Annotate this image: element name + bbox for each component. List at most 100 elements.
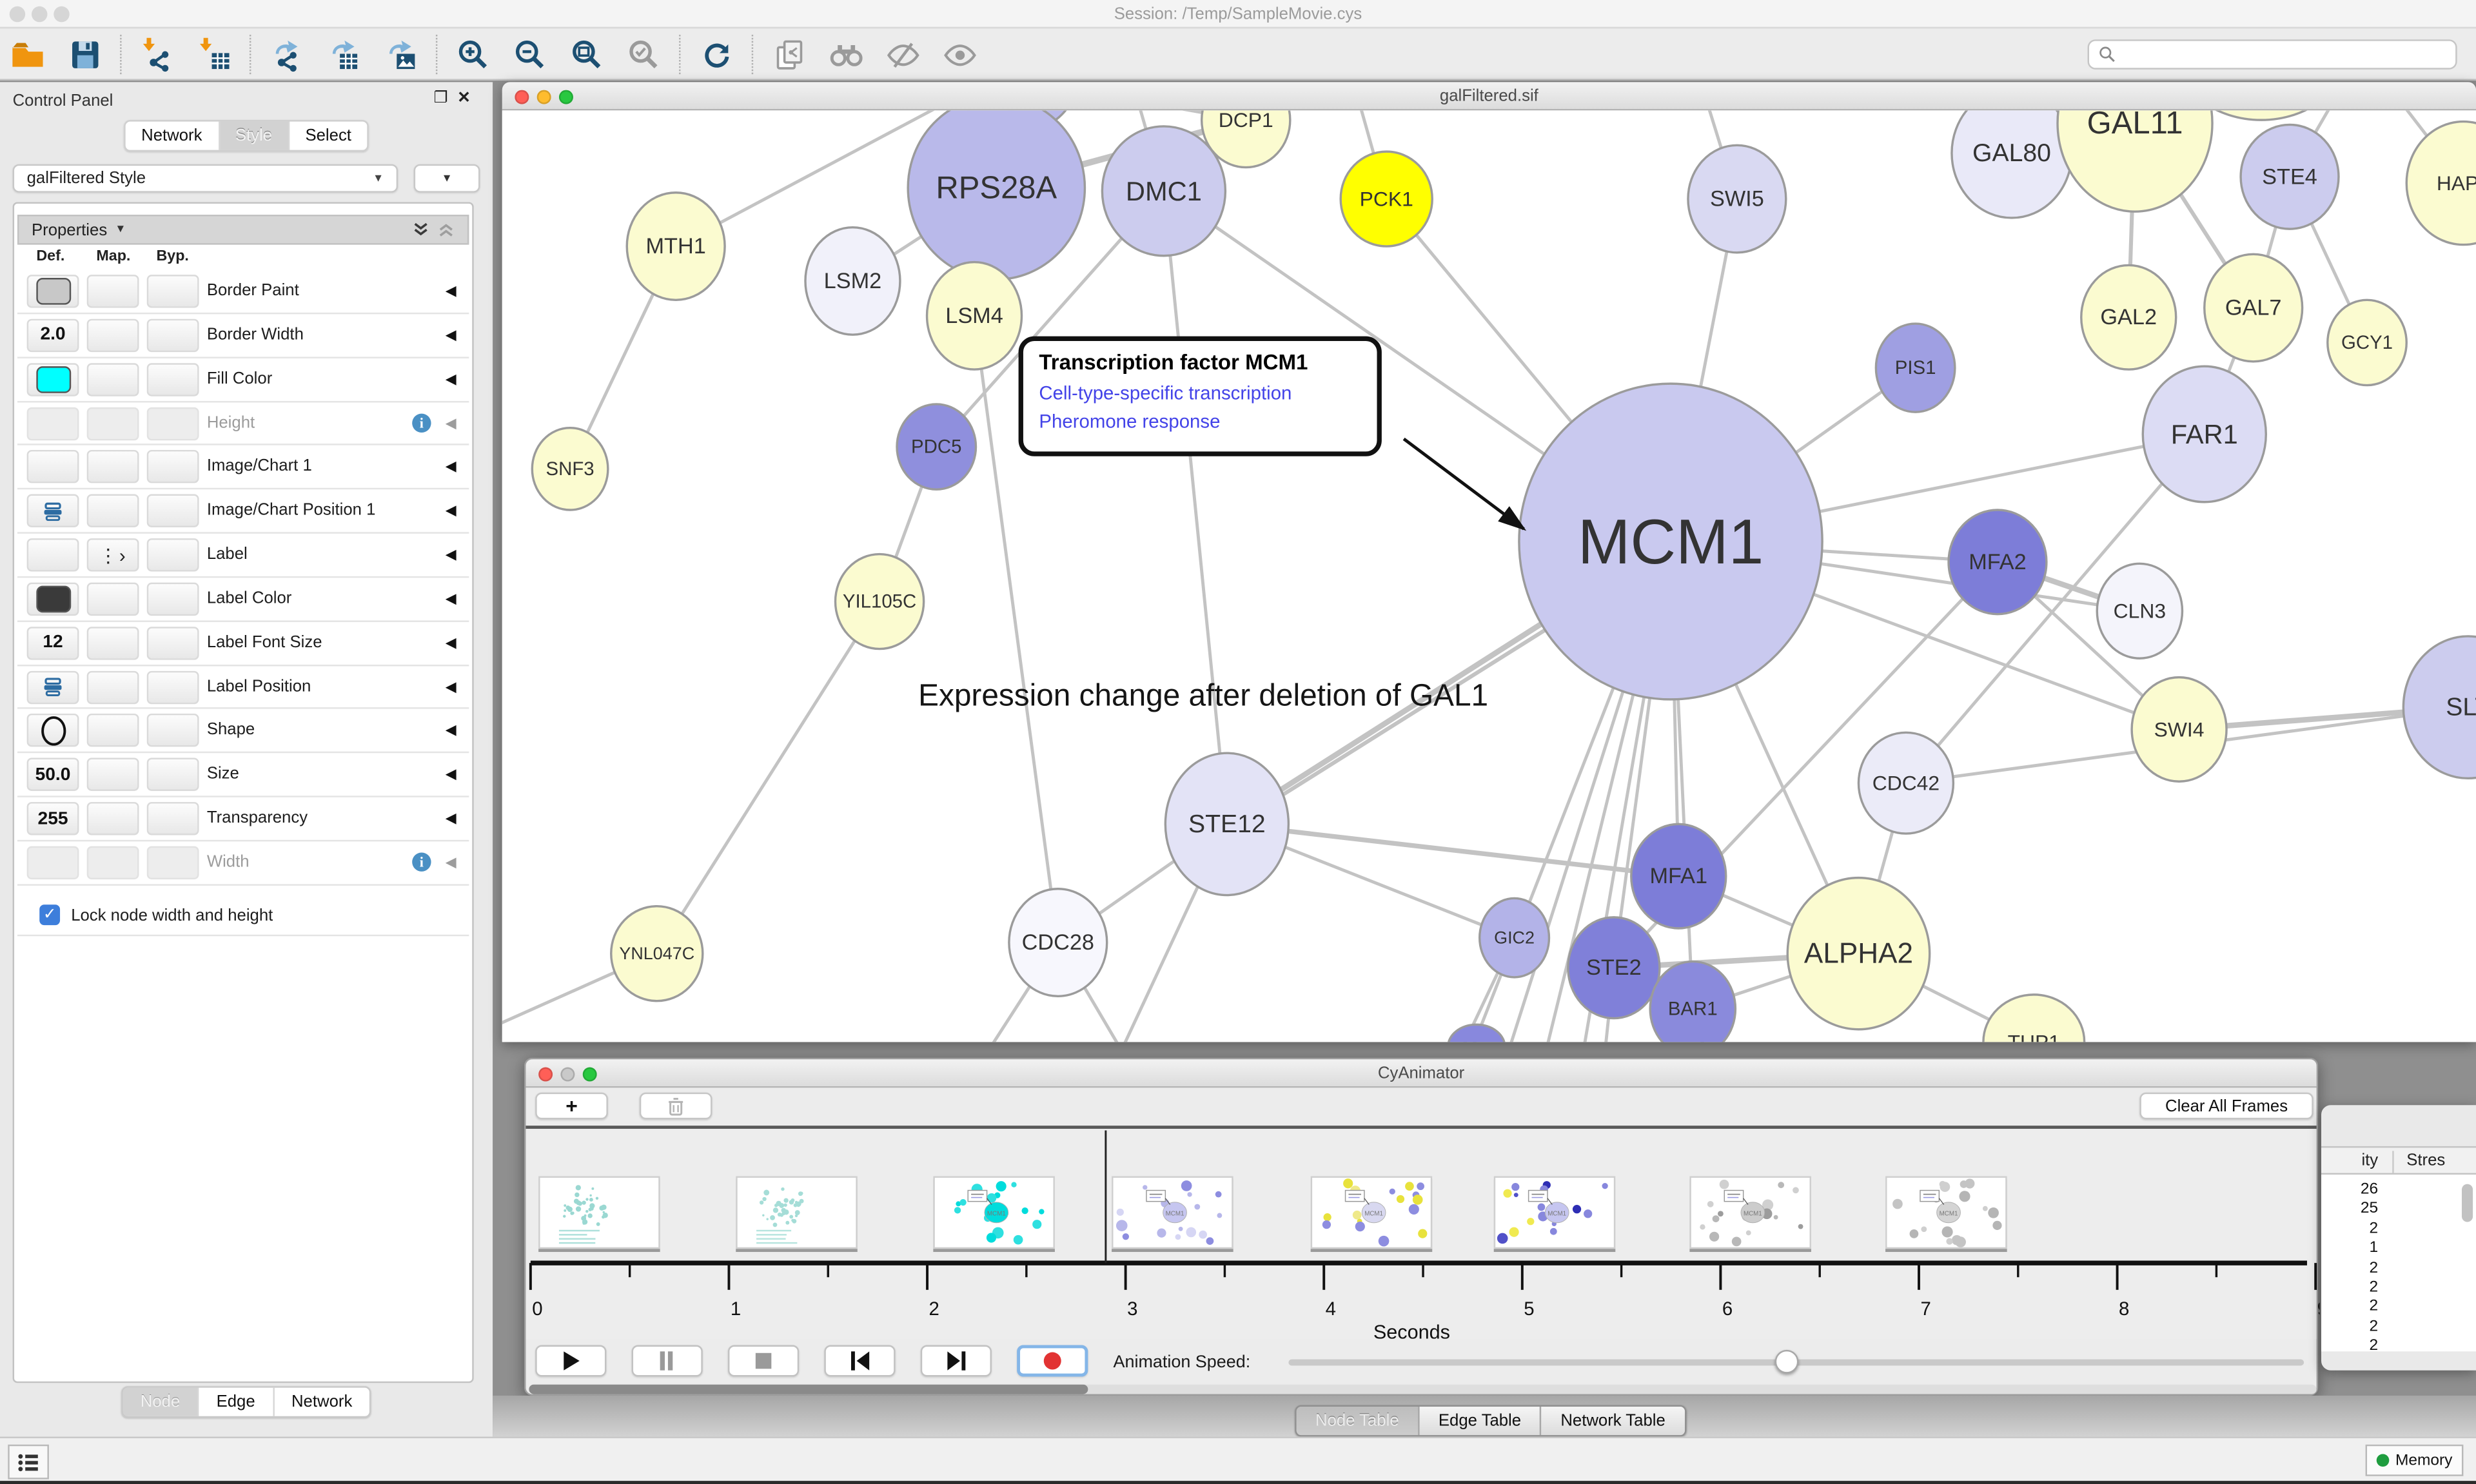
node-LSM2[interactable]: LSM2 (805, 228, 900, 335)
float-panel-icon[interactable]: ❐ (434, 90, 458, 108)
map-cell[interactable] (87, 714, 139, 747)
node-MCM1[interactable]: MCM1 (1519, 384, 1822, 699)
property-row-fill-color[interactable]: Fill Color◀ (17, 358, 469, 402)
open-folder-button[interactable] (3, 35, 54, 76)
import-network-button[interactable] (133, 35, 183, 76)
property-row-border-paint[interactable]: Border Paint◀ (17, 270, 469, 314)
expand-row-icon[interactable]: ◀ (446, 547, 457, 564)
expand-row-icon[interactable]: ◀ (446, 371, 457, 388)
node-YNL047C[interactable]: YNL047C (611, 906, 703, 1001)
def-cell[interactable] (27, 451, 79, 483)
map-cell[interactable] (87, 670, 139, 703)
map-cell[interactable] (87, 407, 139, 440)
def-cell[interactable] (27, 670, 79, 703)
search-input[interactable] (2116, 44, 2446, 65)
info-icon[interactable]: i (412, 413, 431, 431)
map-cell[interactable] (87, 318, 139, 351)
node-MFA2[interactable]: MFA2 (1949, 510, 2047, 614)
properties-header[interactable]: Properties ▼ (17, 215, 469, 245)
def-cell[interactable] (27, 363, 79, 396)
collapse-all-icon[interactable] (437, 221, 455, 239)
map-cell[interactable] (87, 494, 139, 527)
frame-thumbnail-3[interactable]: MCM1 (1112, 1176, 1233, 1249)
expand-row-icon[interactable]: ◀ (446, 678, 457, 696)
annotation-link[interactable]: Cell-type-specific transcription (1039, 379, 1361, 407)
byp-cell[interactable] (147, 758, 199, 791)
tab-select[interactable]: Select (290, 122, 367, 150)
node-PIS1[interactable]: PIS1 (1876, 324, 1954, 412)
expand-row-icon[interactable]: ◀ (446, 854, 457, 872)
style-options-button[interactable]: ▼ (414, 164, 480, 193)
property-row-border-width[interactable]: 2.0Border Width◀ (17, 314, 469, 358)
byp-cell[interactable] (147, 846, 199, 879)
frame-thumbnail-1[interactable] (736, 1176, 858, 1249)
tab-network[interactable]: Network (126, 122, 220, 150)
node-bot1[interactable] (1448, 1024, 1505, 1042)
frame-thumbnail-7[interactable]: MCM1 (1885, 1176, 2007, 1249)
network-edge[interactable] (1164, 191, 1227, 824)
property-row-size[interactable]: 50.0Size◀ (17, 754, 469, 797)
node-MTH1[interactable]: MTH1 (627, 193, 725, 300)
table-scrollbar-thumb[interactable] (2462, 1184, 2473, 1222)
map-cell[interactable] (87, 275, 139, 308)
network-edge[interactable] (657, 601, 879, 953)
delete-frame-button[interactable] (640, 1093, 712, 1120)
expand-row-icon[interactable]: ◀ (446, 722, 457, 739)
save-button[interactable] (60, 35, 110, 76)
expand-row-icon[interactable]: ◀ (446, 766, 457, 783)
node-LSM4[interactable]: LSM4 (927, 262, 1022, 370)
expand-row-icon[interactable]: ◀ (446, 591, 457, 608)
def-cell[interactable] (27, 494, 79, 527)
search-box[interactable] (2088, 39, 2457, 70)
byp-cell[interactable] (147, 538, 199, 571)
node-DMC1[interactable]: DMC1 (1102, 126, 1225, 256)
node-SWI4[interactable]: SWI4 (2132, 678, 2226, 782)
zoom-fit-button[interactable] (562, 35, 613, 76)
play-button[interactable] (535, 1345, 606, 1377)
frame-thumbnail-5[interactable]: MCM1 (1494, 1176, 1616, 1249)
byp-cell[interactable] (147, 670, 199, 703)
byp-cell[interactable] (147, 627, 199, 659)
tab-edge[interactable]: Edge (199, 1388, 274, 1416)
memory-button[interactable]: Memory (2366, 1445, 2464, 1476)
map-cell[interactable] (87, 627, 139, 659)
node-FAR1[interactable]: FAR1 (2143, 366, 2266, 502)
checkbox-checked-icon[interactable]: ✓ (39, 904, 60, 925)
node-RPS28A[interactable]: RPS28A (908, 110, 1085, 279)
animation-speed-slider[interactable] (1288, 1360, 2304, 1366)
annotation-link[interactable]: Pheromone response (1039, 407, 1361, 436)
tab-node-table[interactable]: Node Table (1297, 1407, 1420, 1435)
style-selector[interactable]: galFiltered Style ▼ (13, 164, 398, 193)
node-GAL80[interactable]: GAL80 (1952, 110, 2072, 218)
map-cell[interactable] (87, 363, 139, 396)
tab-network-table[interactable]: Network Table (1542, 1407, 1684, 1435)
map-cell[interactable] (87, 758, 139, 791)
tab-node[interactable]: Node (123, 1388, 199, 1416)
lock-size-row[interactable]: ✓ Lock node width and height (17, 895, 469, 937)
map-cell[interactable] (87, 846, 139, 879)
node-GAL7[interactable]: GAL7 (2205, 254, 2303, 362)
byp-cell[interactable] (147, 582, 199, 615)
byp-cell[interactable] (147, 714, 199, 747)
def-cell[interactable] (27, 538, 79, 571)
byp-cell[interactable] (147, 275, 199, 308)
expand-row-icon[interactable]: ◀ (446, 458, 457, 476)
import-table-button[interactable] (190, 35, 240, 76)
byp-cell[interactable] (147, 494, 199, 527)
expand-row-icon[interactable]: ◀ (446, 282, 457, 300)
column-header-ity[interactable]: ity (2321, 1151, 2378, 1169)
node-GAL11[interactable]: GAL11 (2058, 110, 2212, 211)
refresh-button[interactable] (692, 35, 742, 76)
def-cell[interactable]: 2.0 (27, 318, 79, 351)
timeline[interactable]: 0123456789SecondsMCM1MCM1MCM1MCM1MCM1MCM… (526, 1129, 2317, 1339)
export-table-button[interactable] (319, 35, 369, 76)
property-row-shape[interactable]: Shape◀ (17, 710, 469, 754)
node-SNF3[interactable]: SNF3 (532, 428, 608, 510)
zoom-selected-button[interactable] (619, 35, 669, 76)
add-frame-button[interactable]: + (535, 1093, 608, 1120)
eye-button[interactable] (935, 35, 985, 76)
zoom-in-button[interactable] (449, 35, 499, 76)
def-cell[interactable]: 12 (27, 627, 79, 659)
skip-to-start-button[interactable] (824, 1345, 895, 1377)
byp-cell[interactable] (147, 318, 199, 351)
